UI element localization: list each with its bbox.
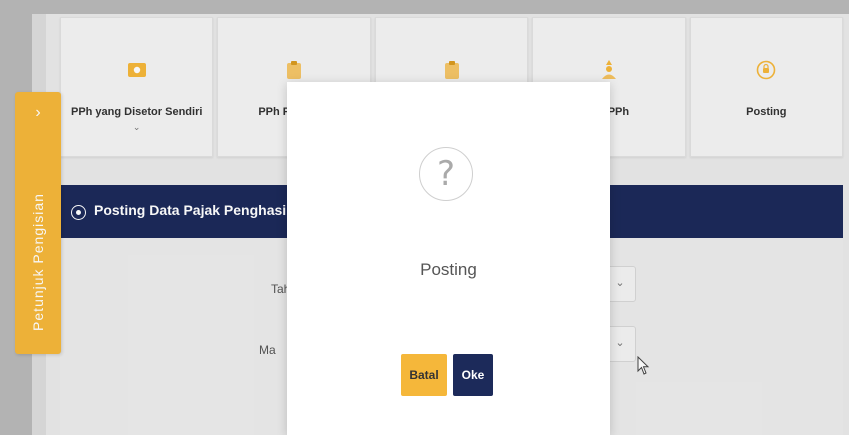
ok-button[interactable]: Oke bbox=[453, 354, 493, 396]
confirm-dialog: ? Posting Batal Oke bbox=[287, 82, 610, 435]
question-icon: ? bbox=[419, 147, 473, 201]
dialog-title: Posting bbox=[420, 260, 477, 279]
cancel-button[interactable]: Batal bbox=[401, 354, 447, 396]
